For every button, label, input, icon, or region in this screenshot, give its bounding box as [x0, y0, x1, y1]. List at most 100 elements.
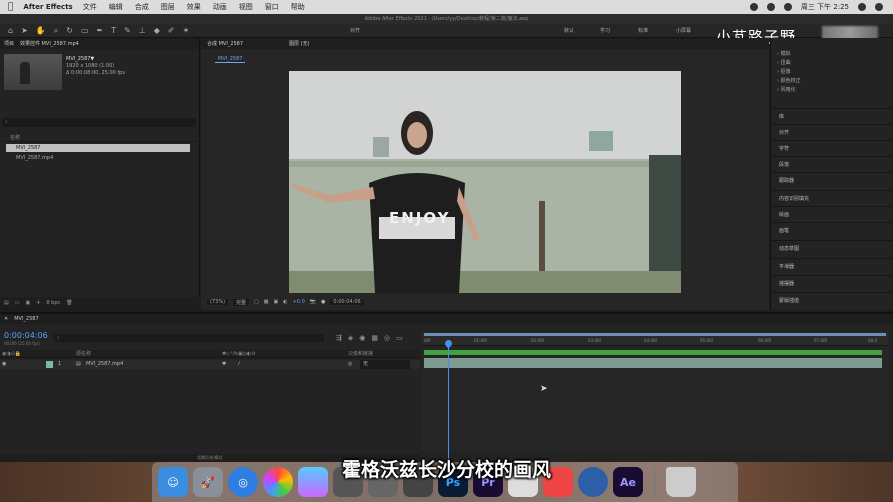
layer-duration-bar[interactable] — [424, 358, 882, 368]
roto-tool-icon[interactable]: ✐ — [168, 26, 175, 35]
interpret-footage-icon[interactable]: ▤ — [4, 300, 9, 306]
exposure-value[interactable]: +0.0 — [293, 299, 305, 305]
source-name-header[interactable]: 源名称 — [76, 350, 91, 358]
video-frame[interactable]: ENJOY — [289, 71, 681, 293]
quality-switch-icon[interactable]: ∕ — [238, 360, 240, 369]
av-switches-icon[interactable]: ◉◑⊙🔒 — [2, 350, 21, 358]
panel-mask-interpolation[interactable]: 蒙版插值 — [771, 292, 893, 308]
panel-tracker[interactable]: 跟踪器 — [771, 172, 893, 188]
zoom-dropdown[interactable]: (73%) — [207, 299, 229, 305]
collapse-switch-icon[interactable]: ✱ — [222, 360, 226, 369]
timeline-search-input[interactable]: ⌕ — [54, 334, 324, 342]
panel-paragraph[interactable]: 段落 — [771, 156, 893, 172]
motion-blur-icon[interactable]: ◎ — [384, 334, 390, 342]
menu-animation[interactable]: 动画 — [213, 2, 227, 12]
region-of-interest-icon[interactable]: ▢ — [254, 299, 259, 305]
eraser-tool-icon[interactable]: ◆ — [154, 26, 160, 35]
stamp-tool-icon[interactable]: ⊥ — [139, 26, 146, 35]
battery-icon[interactable] — [783, 3, 792, 11]
menubar-clock[interactable]: 周三 下午 2:25 — [801, 2, 849, 12]
shy-layers-icon[interactable]: ◉ — [359, 334, 365, 342]
composition-tab[interactable]: 合成 MVI_2587 — [207, 40, 243, 47]
pickwhip-icon[interactable]: ◎ — [348, 360, 352, 369]
menu-help[interactable]: 帮助 — [291, 2, 305, 12]
parent-link-header[interactable]: 父级和链接 — [348, 350, 373, 358]
playhead-line[interactable] — [448, 340, 449, 468]
rotate-tool-icon[interactable]: ↻ — [66, 26, 73, 35]
siri-icon[interactable] — [875, 3, 883, 11]
workspace-standard[interactable]: 标准 — [638, 24, 648, 38]
bpc-label[interactable]: 8 bpc — [46, 300, 60, 306]
brush-tool-icon[interactable]: ✎ — [124, 26, 131, 35]
viewer-timecode[interactable]: 0:00:04:06 — [330, 299, 364, 305]
composition-duration-bar[interactable] — [424, 350, 882, 355]
flowchart-icon[interactable]: ✈ — [36, 300, 40, 306]
wifi-icon[interactable] — [766, 3, 775, 11]
menu-edit[interactable]: 编辑 — [109, 2, 123, 12]
menu-view[interactable]: 视图 — [239, 2, 253, 12]
menu-file[interactable]: 文件 — [83, 2, 97, 12]
new-folder-icon[interactable]: ▭ — [15, 300, 20, 306]
exposure-icon[interactable]: ◐ — [283, 299, 287, 305]
layer-tab[interactable]: 图层 (无) — [289, 40, 310, 47]
parent-dropdown[interactable]: 无 — [360, 360, 410, 369]
menu-effect[interactable]: 效果 — [187, 2, 201, 12]
menu-layer[interactable]: 图层 — [161, 2, 175, 12]
effect-category-keying[interactable]: › 抠像 — [777, 68, 791, 75]
work-area-bar[interactable] — [424, 333, 886, 336]
show-channel-icon[interactable]: ● — [321, 299, 325, 305]
panel-libraries[interactable]: 库 — [771, 108, 893, 124]
align-label[interactable]: 对齐 — [350, 24, 360, 38]
current-time-display[interactable]: 0:00:04:06 — [4, 331, 48, 340]
effect-controls-tab[interactable]: 效果控件 MVI_2587.mp4 — [20, 40, 79, 47]
panel-motion-sketch[interactable]: 动态草图 — [771, 240, 893, 256]
panel-brushes[interactable]: 画笔 — [771, 222, 893, 238]
column-name-header[interactable]: 名称 — [2, 134, 198, 142]
comp-flowchart-icon[interactable]: ⇶ — [336, 334, 342, 342]
workspace-default[interactable]: 默认 — [564, 24, 574, 38]
rectangle-tool-icon[interactable]: ▭ — [81, 26, 89, 35]
project-item-footage[interactable]: MVI_2587.mp4 — [6, 154, 190, 162]
workspace-learn[interactable]: 学习 — [600, 24, 610, 38]
workspace-small-screen[interactable]: 小屏幕 — [676, 24, 691, 38]
draft-3d-icon[interactable]: ◈ — [348, 334, 353, 342]
close-tab-icon[interactable]: ✕ — [4, 316, 8, 322]
home-icon[interactable]: ⌂ — [8, 26, 13, 35]
effect-category-distort[interactable]: › 扭曲 — [777, 59, 791, 66]
layer-row[interactable]: ◉ 1 ▤ MVI_2587.mp4 ✱ ∕ ◎ 无 — [0, 360, 420, 369]
zoom-tool-icon[interactable]: ⌕ — [54, 26, 58, 36]
layer-name[interactable]: MVI_2587.mp4 — [86, 360, 123, 369]
menu-app-name[interactable]: After Effects — [23, 3, 72, 11]
project-item-composition[interactable]: MVI_2587 — [6, 144, 190, 152]
snapshot-icon[interactable]: 📷 — [310, 299, 316, 305]
comp-breadcrumb[interactable]: MVI_2587 — [215, 56, 246, 63]
effect-category-color-correction[interactable]: › 颜色校正 — [777, 77, 801, 84]
project-search-input[interactable]: ⌕ — [2, 118, 196, 127]
hand-tool-icon[interactable]: ✋ — [36, 26, 46, 35]
timeline-tab[interactable]: MVI_2587 — [14, 316, 38, 322]
transparency-grid-icon[interactable]: ▩ — [264, 299, 269, 305]
search-icon[interactable] — [858, 3, 866, 11]
record-icon[interactable] — [749, 3, 758, 11]
resolution-dropdown[interactable]: 完整 — [233, 298, 250, 306]
new-composition-icon[interactable]: ▣ — [25, 300, 30, 306]
graph-editor-icon[interactable]: ▭ — [396, 334, 403, 342]
panel-smoother[interactable]: 平滑器 — [771, 258, 893, 274]
puppet-tool-icon[interactable]: ✶ — [183, 26, 190, 35]
menu-composition[interactable]: 合成 — [135, 2, 149, 12]
trash-icon[interactable]: 🗑 — [66, 300, 72, 306]
footage-name[interactable]: MVI_2587▼ — [66, 56, 125, 63]
menu-window[interactable]: 窗口 — [265, 2, 279, 12]
panel-content-aware-fill[interactable]: 内容识别填充 — [771, 190, 893, 206]
visibility-eye-icon[interactable]: ◉ — [2, 360, 6, 369]
mask-visibility-icon[interactable]: ▣ — [274, 299, 279, 305]
time-ruler[interactable]: 00f 01:00f 02:00f 03:00f 04:00f 05:00f 0… — [422, 332, 888, 346]
apple-icon[interactable]:  — [8, 2, 13, 12]
pen-tool-icon[interactable]: ✒ — [97, 26, 104, 35]
label-color-swatch[interactable] — [46, 361, 53, 368]
selection-tool-icon[interactable]: ➤ — [21, 26, 28, 35]
panel-character[interactable]: 字符 — [771, 140, 893, 156]
text-tool-icon[interactable]: T — [111, 26, 116, 35]
effect-category-simulate[interactable]: › 模拟 — [777, 50, 791, 57]
frame-blending-icon[interactable]: ▦ — [371, 334, 378, 342]
